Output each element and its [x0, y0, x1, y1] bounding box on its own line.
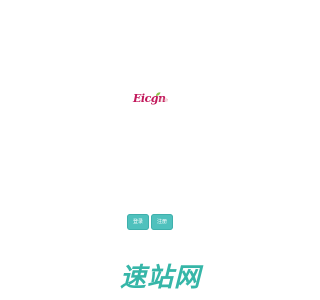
logo-tagline: 亚诗歌	[159, 98, 169, 102]
app-screen: Eicgn 亚诗歌 登录 注册 速站网	[0, 0, 300, 300]
watermark-text: 速站网	[120, 263, 202, 293]
login-button[interactable]: 登录	[127, 214, 149, 230]
brand-logo: Eicgn 亚诗歌	[133, 92, 173, 110]
register-button[interactable]: 注册	[151, 214, 173, 230]
leaf-icon	[156, 92, 161, 96]
